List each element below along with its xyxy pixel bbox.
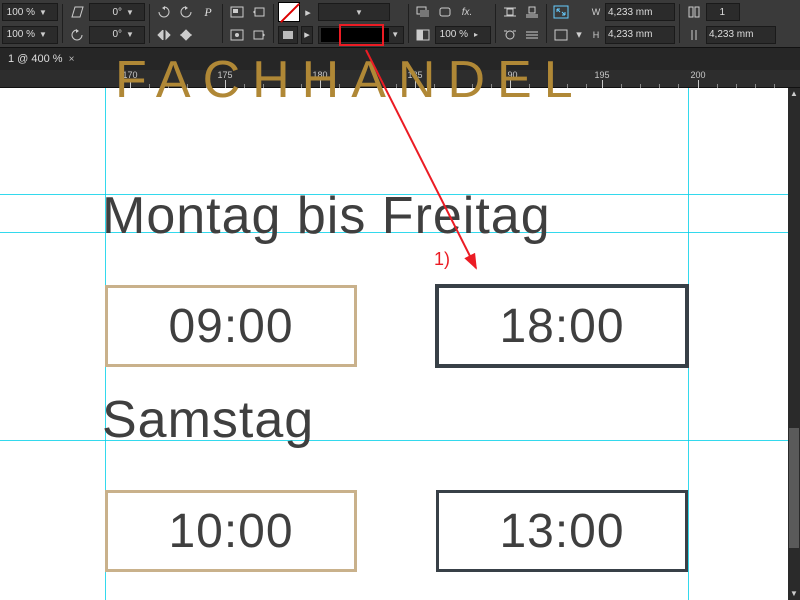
flip-horizontal-icon[interactable] bbox=[154, 26, 174, 44]
frame-fit-icon[interactable] bbox=[551, 3, 571, 21]
rotate-cw-icon[interactable] bbox=[154, 3, 174, 21]
select-content-icon[interactable] bbox=[227, 26, 247, 44]
opacity-icon[interactable] bbox=[413, 26, 433, 44]
gutter-field[interactable]: 4,233 mm bbox=[706, 26, 776, 44]
rotation-a-value: 0° bbox=[90, 7, 124, 18]
stroke-style-swatch bbox=[321, 28, 389, 42]
apply-fill-button[interactable] bbox=[278, 26, 298, 44]
chevron-down-icon: ▼ bbox=[37, 8, 49, 17]
flip-vertical-icon[interactable] bbox=[176, 26, 196, 44]
rotation-b-value: 0° bbox=[90, 29, 124, 40]
rotation-b-dropdown[interactable]: 0° ▼ bbox=[89, 26, 145, 44]
wrap-shape-icon[interactable] bbox=[500, 26, 520, 44]
chevron-down-icon: ▼ bbox=[37, 30, 49, 39]
fill-swatch[interactable] bbox=[278, 2, 300, 22]
stroke-weight-dropdown[interactable]: ▼ bbox=[318, 3, 390, 21]
time-value: 10:00 bbox=[168, 504, 293, 559]
select-next-icon[interactable] bbox=[249, 26, 269, 44]
tab-title: 1 @ 400 % bbox=[8, 53, 63, 65]
chevron-down-icon: ▼ bbox=[124, 30, 136, 39]
scale-x-value: 100 % bbox=[3, 7, 37, 18]
frame-menu-caret-icon[interactable]: ▾ bbox=[573, 26, 585, 44]
shear-icon[interactable] bbox=[67, 3, 87, 21]
height-value: 4,233 mm bbox=[606, 29, 654, 40]
heading-weekdays: Montag bis Freitag bbox=[102, 186, 551, 246]
scale-y-value: 100 % bbox=[3, 29, 37, 40]
scale-y-dropdown[interactable]: 100 % ▼ bbox=[2, 26, 58, 44]
time-value: 09:00 bbox=[168, 299, 293, 354]
apply-fill-caret-icon[interactable]: ▸ bbox=[301, 26, 313, 44]
opacity-dropdown[interactable]: 100 % ▸ bbox=[435, 26, 491, 44]
select-container-icon[interactable] bbox=[227, 3, 247, 21]
corner-options-icon[interactable] bbox=[435, 3, 455, 21]
width-label-icon: W bbox=[589, 3, 603, 21]
close-icon[interactable]: × bbox=[69, 54, 75, 65]
scrollbar-thumb[interactable] bbox=[789, 428, 799, 548]
partial-title-text: FACHHANDEL bbox=[115, 50, 585, 110]
ruler-label: 195 bbox=[594, 70, 609, 80]
columns-field[interactable]: 1 bbox=[706, 3, 740, 21]
document-tab[interactable]: 1 @ 400 % × bbox=[0, 50, 82, 68]
annotation-label: 1) bbox=[434, 249, 450, 270]
gutter-value: 4,233 mm bbox=[707, 29, 755, 40]
guide-vertical[interactable] bbox=[688, 88, 689, 600]
columns-value: 1 bbox=[707, 7, 727, 18]
rotate-icon[interactable] bbox=[67, 26, 87, 44]
scroll-down-icon[interactable]: ▼ bbox=[788, 588, 800, 600]
time-box-weekday-open[interactable]: 09:00 bbox=[105, 285, 357, 367]
chevron-down-icon: ▼ bbox=[353, 8, 365, 17]
rotation-a-dropdown[interactable]: 0° ▼ bbox=[89, 3, 145, 21]
effects-icon[interactable]: fx. bbox=[457, 3, 477, 21]
chevron-down-icon: ▼ bbox=[389, 30, 401, 39]
type-on-path-icon[interactable]: P bbox=[198, 3, 218, 21]
height-field[interactable]: 4,233 mm bbox=[605, 26, 675, 44]
width-value: 4,233 mm bbox=[606, 7, 654, 18]
frame-options-icon[interactable] bbox=[551, 26, 571, 44]
height-label-icon: H bbox=[589, 26, 603, 44]
time-box-saturday-open[interactable]: 10:00 bbox=[105, 490, 357, 572]
canvas-area[interactable]: FACHHANDEL Montag bis Freitag 09:00 18:0… bbox=[0, 88, 800, 600]
wrap-none-icon[interactable] bbox=[522, 26, 542, 44]
scroll-up-icon[interactable]: ▲ bbox=[788, 88, 800, 100]
time-value: 13:00 bbox=[499, 504, 624, 559]
fill-menu-caret-icon[interactable]: ▸ bbox=[302, 3, 314, 21]
ruler-label: 200 bbox=[690, 70, 705, 80]
gutter-icon[interactable] bbox=[684, 26, 704, 44]
stroke-style-dropdown[interactable]: ▼ bbox=[318, 26, 404, 44]
columns-icon[interactable] bbox=[684, 3, 704, 21]
vertical-scrollbar[interactable]: ▲ ▼ bbox=[788, 88, 800, 600]
time-box-weekday-close[interactable]: 18:00 bbox=[436, 285, 688, 367]
drop-shadow-icon[interactable] bbox=[413, 3, 433, 21]
opacity-value: 100 % bbox=[436, 29, 470, 40]
time-value: 18:00 bbox=[499, 299, 624, 354]
chevron-down-icon: ▼ bbox=[124, 8, 136, 17]
wrap-around-icon[interactable] bbox=[500, 3, 520, 21]
top-toolbar: 100 % ▼ 100 % ▼ 0° ▼ 0° ▼ bbox=[0, 0, 800, 48]
heading-saturday: Samstag bbox=[102, 390, 314, 450]
scale-x-dropdown[interactable]: 100 % ▼ bbox=[2, 3, 58, 21]
chevron-down-icon: ▸ bbox=[470, 30, 482, 39]
select-prev-icon[interactable] bbox=[249, 3, 269, 21]
time-box-saturday-close[interactable]: 13:00 bbox=[436, 490, 688, 572]
rotate-ccw-icon[interactable] bbox=[176, 3, 196, 21]
width-field[interactable]: 4,233 mm bbox=[605, 3, 675, 21]
wrap-jump-icon[interactable] bbox=[522, 3, 542, 21]
page: FACHHANDEL Montag bis Freitag 09:00 18:0… bbox=[0, 88, 788, 600]
